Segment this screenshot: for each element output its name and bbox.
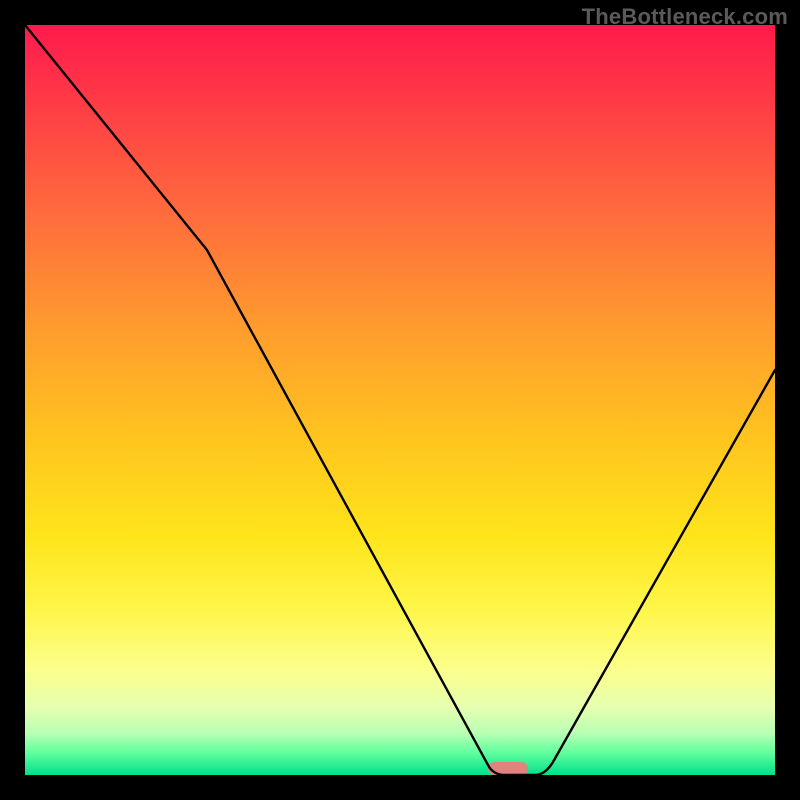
curve-path <box>25 25 775 775</box>
bottleneck-curve <box>25 25 775 775</box>
chart-frame: TheBottleneck.com <box>0 0 800 800</box>
plot-area <box>25 25 775 775</box>
watermark-text: TheBottleneck.com <box>582 4 788 30</box>
